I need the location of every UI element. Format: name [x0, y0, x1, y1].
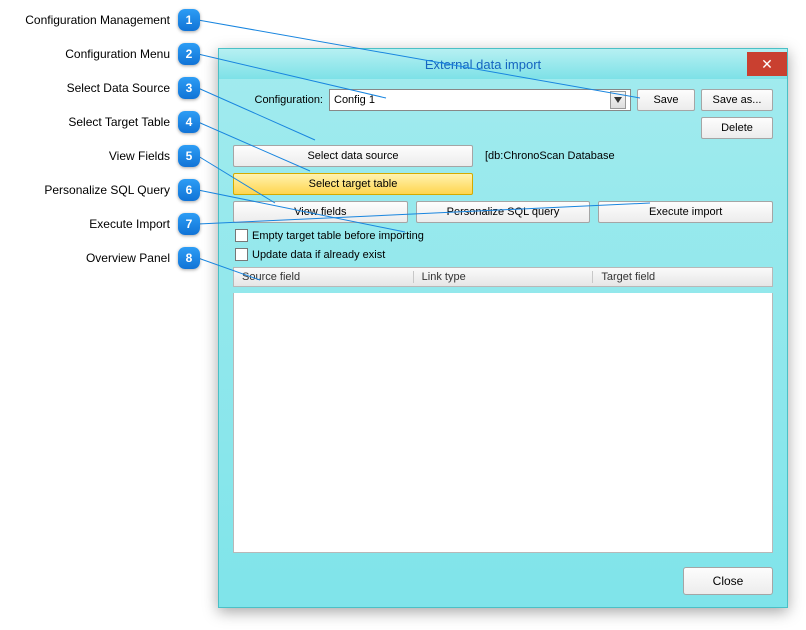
- empty-table-checkbox-row: Empty target table before importing: [233, 229, 773, 242]
- overview-table-header: Source field Link type Target field: [233, 267, 773, 287]
- update-data-checkbox-row: Update data if already exist: [233, 248, 773, 261]
- update-data-label: Update data if already exist: [252, 249, 385, 261]
- view-fields-button[interactable]: View fields: [233, 201, 408, 223]
- callout-badge: 8: [178, 247, 200, 269]
- callout-badge: 3: [178, 77, 200, 99]
- callout-badge: 6: [178, 179, 200, 201]
- select-data-source-button[interactable]: Select data source: [233, 145, 473, 167]
- target-table-row: Select target table: [233, 173, 773, 195]
- callout-label: Select Data Source: [67, 81, 170, 95]
- callout-badge: 2: [178, 43, 200, 65]
- callout-4: Select Target Table 4: [0, 111, 200, 133]
- callout-2: Configuration Menu 2: [0, 43, 200, 65]
- callout-label: Configuration Management: [25, 13, 170, 27]
- callout-label: Execute Import: [89, 217, 170, 231]
- data-source-value: [db:ChronoScan Database: [479, 150, 773, 162]
- empty-table-checkbox[interactable]: [235, 229, 248, 242]
- callout-7: Execute Import 7: [0, 213, 200, 235]
- callout-1: Configuration Management 1: [0, 9, 200, 31]
- save-button[interactable]: Save: [637, 89, 695, 111]
- col-target-field: Target field: [593, 271, 772, 283]
- callout-8: Overview Panel 8: [0, 247, 200, 269]
- config-row: Configuration: Config 1 Save Save as...: [233, 89, 773, 111]
- execute-import-button[interactable]: Execute import: [598, 201, 773, 223]
- personalize-sql-button[interactable]: Personalize SQL query: [416, 201, 591, 223]
- titlebar: External data import ✕: [219, 49, 787, 79]
- config-combobox[interactable]: Config 1: [329, 89, 631, 111]
- callout-5: View Fields 5: [0, 145, 200, 167]
- callout-3: Select Data Source 3: [0, 77, 200, 99]
- callout-label: View Fields: [109, 149, 170, 163]
- delete-row: Delete: [233, 117, 773, 139]
- col-link-type: Link type: [414, 271, 594, 283]
- empty-table-label: Empty target table before importing: [252, 230, 424, 242]
- callout-label: Personalize SQL Query: [44, 183, 170, 197]
- callout-badge: 5: [178, 145, 200, 167]
- chevron-down-icon[interactable]: [610, 91, 626, 109]
- overview-table-body: [233, 293, 773, 553]
- dialog-body: Configuration: Config 1 Save Save as... …: [219, 79, 787, 607]
- callout-badge: 7: [178, 213, 200, 235]
- external-data-import-dialog: External data import ✕ Configuration: Co…: [218, 48, 788, 608]
- col-source-field: Source field: [234, 271, 414, 283]
- callout-6: Personalize SQL Query 6: [0, 179, 200, 201]
- callout-label: Select Target Table: [68, 115, 170, 129]
- callout-label: Configuration Menu: [65, 47, 170, 61]
- callout-badge: 4: [178, 111, 200, 133]
- delete-button[interactable]: Delete: [701, 117, 773, 139]
- action-buttons-row: View fields Personalize SQL query Execut…: [233, 201, 773, 223]
- data-source-row: Select data source [db:ChronoScan Databa…: [233, 145, 773, 167]
- save-as-button[interactable]: Save as...: [701, 89, 773, 111]
- update-data-checkbox[interactable]: [235, 248, 248, 261]
- dialog-title: External data import: [219, 57, 747, 72]
- callout-label: Overview Panel: [86, 251, 170, 265]
- select-target-table-button[interactable]: Select target table: [233, 173, 473, 195]
- footer-row: Close: [233, 567, 773, 595]
- config-label: Configuration:: [233, 94, 323, 106]
- callout-badge: 1: [178, 9, 200, 31]
- close-button[interactable]: Close: [683, 567, 773, 595]
- close-icon[interactable]: ✕: [747, 52, 787, 76]
- config-value: Config 1: [334, 94, 610, 106]
